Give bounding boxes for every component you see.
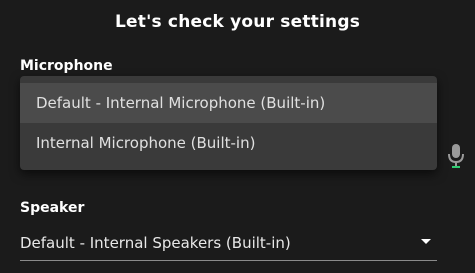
page-title: Let's check your settings <box>114 12 361 32</box>
microphone-option-internal[interactable]: Internal Microphone (Built-in) <box>20 123 437 163</box>
microphone-icon[interactable] <box>446 142 466 170</box>
speaker-select[interactable]: Default - Internal Speakers (Built-in) <box>20 228 437 261</box>
chevron-down-icon[interactable] <box>421 239 431 244</box>
speaker-selected-value: Default - Internal Speakers (Built-in) <box>20 234 291 252</box>
microphone-option-default[interactable]: Default - Internal Microphone (Built-in) <box>20 83 437 123</box>
microphone-dropdown-menu[interactable]: Default - Internal Microphone (Built-in)… <box>20 76 437 170</box>
speaker-label: Speaker <box>20 200 85 216</box>
microphone-label: Microphone <box>20 58 113 74</box>
